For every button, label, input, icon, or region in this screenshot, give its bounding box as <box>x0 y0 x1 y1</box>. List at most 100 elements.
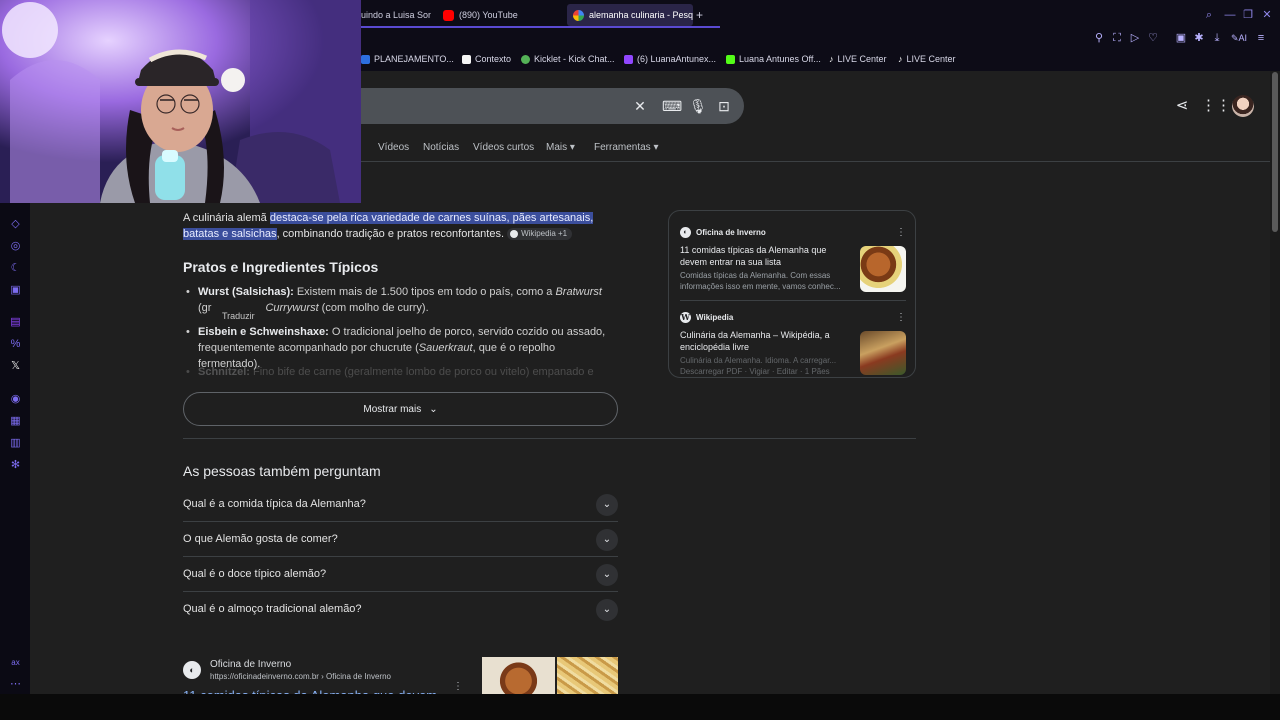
share-icon[interactable]: ⋖ <box>1172 96 1192 116</box>
screenshot-icon[interactable]: ⛶ <box>1110 31 1124 45</box>
item-text: Existem mais de 1.500 tipos em todo o pa… <box>293 286 556 298</box>
paa-question[interactable]: Qual é o almoço tradicional alemão? ⌄ <box>183 592 618 627</box>
citation-chip[interactable]: Wikipedia +1 <box>507 228 573 241</box>
close-window-icon[interactable]: ✕ <box>1260 8 1274 22</box>
bookmark-live-center-2[interactable]: ♪ LIVE Center <box>898 53 956 65</box>
source-title[interactable]: 11 comidas típicas da Alemanha que devem… <box>680 244 850 268</box>
bookmark-kicklet[interactable]: Kicklet - Kick Chat... <box>521 53 615 65</box>
target-icon[interactable]: ◉ <box>9 393 22 406</box>
caret-down-icon: ▾ <box>569 142 575 153</box>
more-options-icon[interactable]: ⋮ <box>453 681 463 692</box>
result-image-noodles[interactable] <box>557 657 618 697</box>
wallet-icon[interactable]: ▣ <box>1174 31 1188 45</box>
show-more-label: Mostrar mais <box>363 403 422 415</box>
source-site-name: Wikipedia <box>696 313 734 322</box>
chevron-down-icon: ⌄ <box>596 529 618 551</box>
more-options-icon[interactable]: ⋮ <box>896 312 906 323</box>
twitch-icon <box>624 54 633 64</box>
tab-tools[interactable]: Ferramentas ▾ <box>594 142 659 153</box>
bookmark-label: (6) LuanaAntunex... <box>637 54 717 64</box>
percent-icon[interactable]: % <box>9 338 22 351</box>
plus-icon: + <box>696 8 704 22</box>
restore-icon[interactable]: ❐ <box>1241 8 1255 22</box>
kicklet-icon <box>521 54 530 64</box>
tab-short-videos[interactable]: Vídeos curtos <box>473 142 534 153</box>
diamond-icon[interactable]: ◇ <box>9 218 22 231</box>
question-text: Qual é o doce típico alemão? <box>183 568 327 580</box>
circle-icon[interactable]: ◎ <box>9 240 22 253</box>
more-options-icon[interactable]: ⋮ <box>896 227 906 238</box>
bookmark-label: PLANEJAMENTO... <box>374 54 454 64</box>
show-more-button[interactable]: Mostrar mais ⌄ <box>183 392 618 426</box>
keyboard-icon[interactable]: ⌨ <box>662 97 682 115</box>
tiktok-icon: ♪ <box>898 54 903 64</box>
tab-more[interactable]: Mais ▾ <box>546 142 575 153</box>
bookmark-label: Kicklet - Kick Chat... <box>534 54 615 64</box>
roast-pork-image[interactable] <box>860 246 906 292</box>
heart-icon[interactable]: ♡ <box>1146 31 1160 45</box>
result-url[interactable]: https://oficinadeinverno.com.br › Oficin… <box>210 672 391 681</box>
google-icon <box>573 9 584 21</box>
source-site-name: Oficina de Inverno <box>696 228 766 237</box>
box-icon[interactable]: ▣ <box>9 284 22 297</box>
tab-youtube[interactable]: (890) YouTube <box>443 4 553 26</box>
apps-grid-icon[interactable]: ⋮⋮ <box>1201 96 1231 116</box>
scrollbar-thumb[interactable] <box>1272 72 1278 232</box>
tab-luisa[interactable]: uindo a Luisa Son <box>361 4 431 26</box>
bookmark-planejamento[interactable]: PLANEJAMENTO... <box>361 53 454 65</box>
result-image-roast[interactable] <box>482 657 555 697</box>
german-dishes-image[interactable] <box>860 331 906 375</box>
paa-question[interactable]: Qual é o doce típico alemão? ⌄ <box>183 557 618 592</box>
paa-question[interactable]: Qual é a comida típica da Alemanha? ⌄ <box>183 487 618 522</box>
play-icon[interactable]: ▷ <box>1128 31 1142 45</box>
paa-question[interactable]: O que Alemão gosta de comer? ⌄ <box>183 522 618 557</box>
bookmark-twitch[interactable]: (6) LuanaAntunex... <box>624 53 716 65</box>
more-icon[interactable]: ⋯ <box>9 678 22 691</box>
intro-text: A culinária alemã <box>183 212 270 224</box>
gear-icon[interactable]: ✻ <box>9 459 22 472</box>
extensions-icon[interactable]: ✱ <box>1192 31 1206 45</box>
result-site-name[interactable]: Oficina de Inverno <box>210 659 291 670</box>
question-text: Qual é o almoço tradicional alemão? <box>183 603 362 615</box>
bookmark-live-center-1[interactable]: ♪ LIVE Center <box>829 53 887 65</box>
sidebar-bottom-label: ax <box>11 658 20 667</box>
bookmark-label: Contexto <box>475 54 512 64</box>
source-title[interactable]: Culinária da Alemanha – Wikipédia, a enc… <box>680 329 850 353</box>
caret-down-icon: ▾ <box>653 142 659 153</box>
clear-search-icon[interactable]: ✕ <box>631 97 649 115</box>
search-icon[interactable]: ⌕ <box>1202 8 1216 22</box>
intro-highlight: batatas e salsichas <box>183 228 277 240</box>
menu-icon[interactable]: ≡ <box>1254 31 1268 45</box>
lens-icon[interactable]: ⊡ <box>715 97 733 115</box>
ai-label: AI <box>1238 33 1248 43</box>
active-tab-indicator <box>360 26 720 28</box>
wikipedia-icon <box>510 229 519 238</box>
tab-google-search[interactable]: alemanha culinaria - Pesqu <box>567 4 693 26</box>
section-heading: Pratos e Ingredientes Típicos <box>183 259 379 275</box>
list-item: Schnitzel: Fino bife de carne (geralment… <box>186 364 618 380</box>
pin-icon[interactable]: ⚲ <box>1092 31 1106 45</box>
tab-videos[interactable]: Vídeos <box>378 142 409 153</box>
x-icon[interactable]: 𝕏 <box>9 360 22 373</box>
microphone-icon[interactable]: 🎙 <box>689 97 707 115</box>
search-input[interactable] <box>360 88 744 124</box>
bookmark-contexto[interactable]: Contexto <box>462 53 511 65</box>
question-text: Qual é a comida típica da Alemanha? <box>183 498 366 510</box>
source-site: ◐ Oficina de Inverno <box>680 227 766 238</box>
tab-news[interactable]: Notícias <box>423 142 459 153</box>
source-divider <box>680 300 906 301</box>
bag-icon[interactable]: ▥ <box>9 437 22 450</box>
item-title: Schnitzel: <box>198 366 250 378</box>
translate-tooltip[interactable]: Traduzir <box>215 310 262 322</box>
moon-icon[interactable]: ☾ <box>9 262 22 275</box>
item-text: (com molho de curry). <box>318 302 429 314</box>
bookmark-kick[interactable]: Luana Antunes Off... <box>726 53 821 65</box>
tab-label: alemanha culinaria - Pesqu <box>589 10 693 20</box>
new-tab-button[interactable]: + <box>696 4 708 26</box>
twitch-icon[interactable]: ▤ <box>9 316 22 329</box>
note-icon[interactable]: ▦ <box>9 415 22 428</box>
avatar[interactable] <box>1232 95 1254 117</box>
ai-button[interactable]: ✎AI <box>1228 31 1250 45</box>
minimize-icon[interactable]: — <box>1223 8 1237 22</box>
download-icon[interactable]: ⤓ <box>1210 31 1224 45</box>
